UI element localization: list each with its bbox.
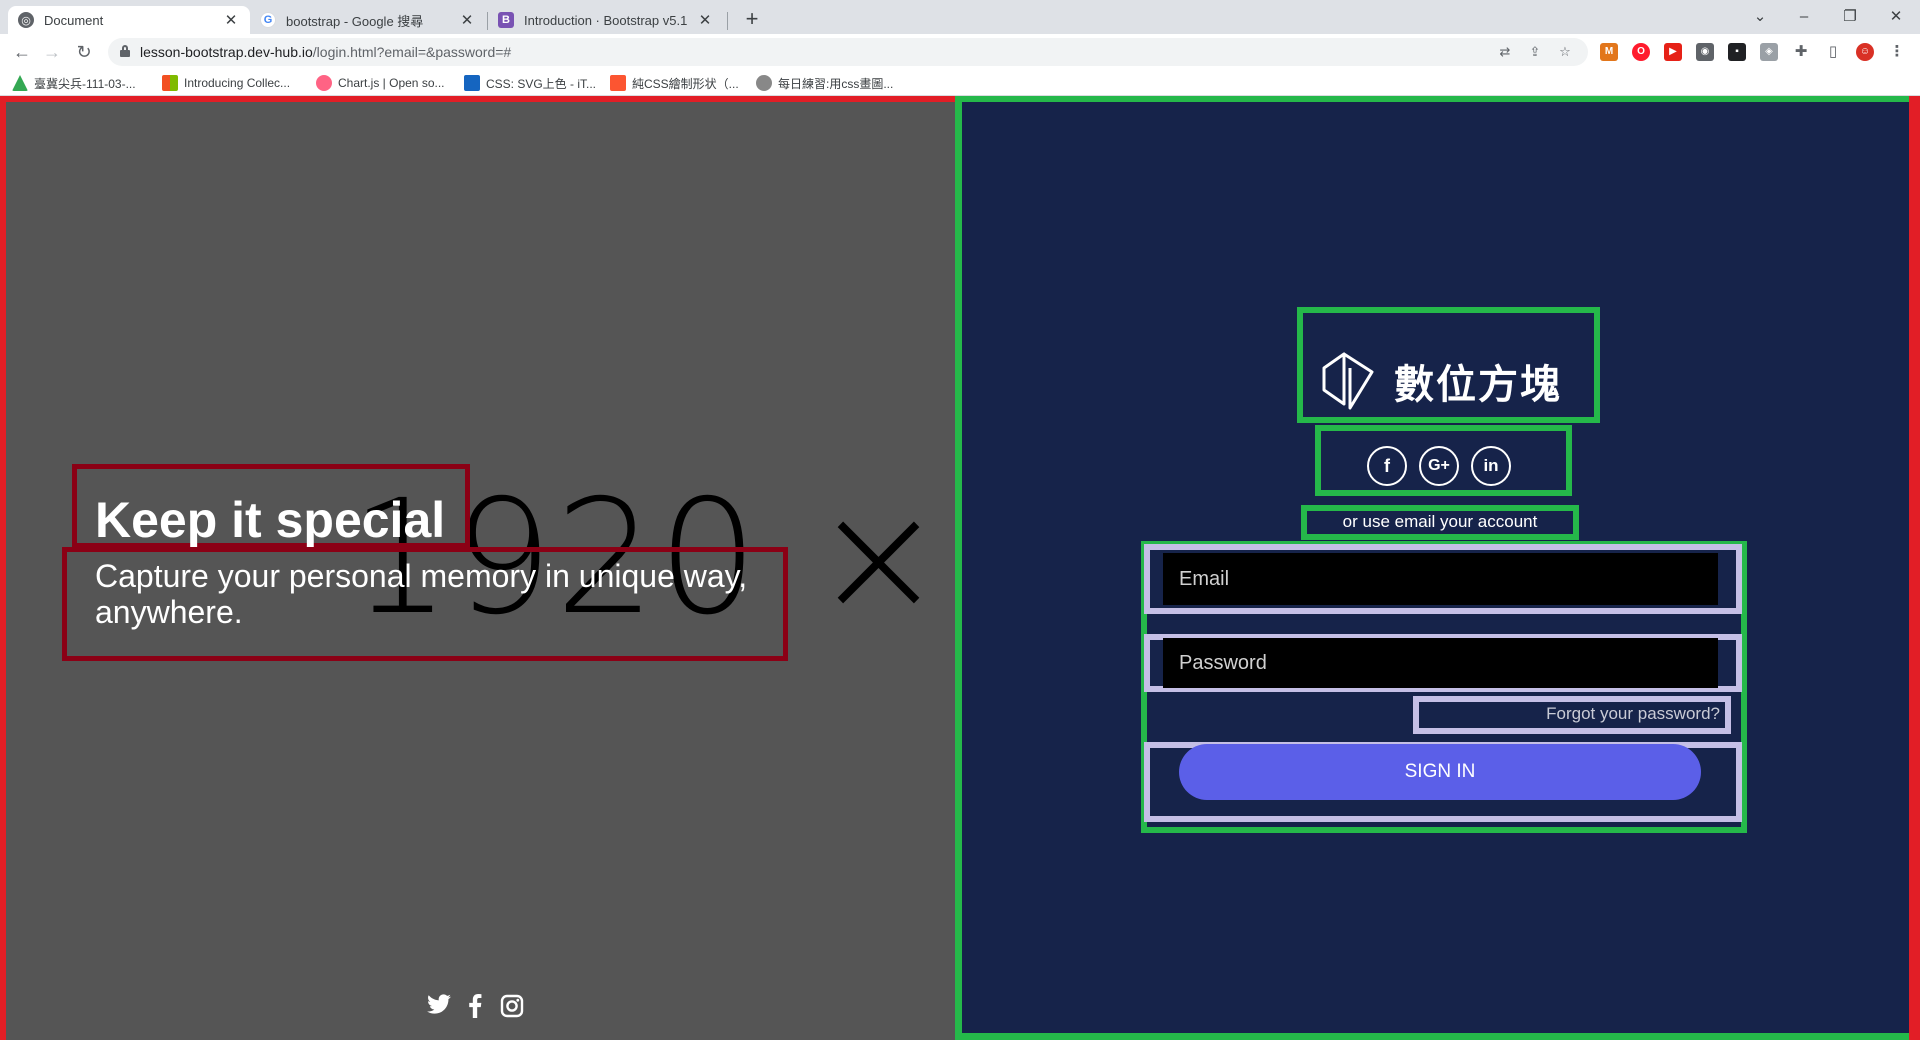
csdn-icon <box>610 75 626 91</box>
url-text[interactable]: lesson-bootstrap.dev-hub.io/login.html?e… <box>140 44 511 60</box>
email-field[interactable] <box>1163 553 1718 605</box>
bookmark-label: Introducing Collec... <box>184 76 291 90</box>
tab-title: bootstrap - Google 搜尋 <box>286 13 424 29</box>
side-panel-icon[interactable]: ▯ <box>1824 43 1842 61</box>
notification-extension-icon[interactable]: ▪ <box>1728 43 1746 61</box>
hero-social-links <box>426 994 524 1018</box>
gamepad-extension-icon[interactable]: ◉ <box>1696 43 1714 61</box>
bookmark-item[interactable]: Chart.js | Open so... <box>316 74 445 92</box>
bookmark-item[interactable]: CSS: SVG上色 - iT... <box>464 74 596 92</box>
hero-title: Keep it special <box>95 492 446 548</box>
forward-icon[interactable]: → <box>40 40 64 64</box>
drive-icon <box>12 75 28 91</box>
back-icon[interactable]: ← <box>10 40 34 64</box>
bootstrap-icon: B <box>498 12 514 28</box>
restore-icon[interactable]: ❐ <box>1832 4 1868 30</box>
tab-title: Introduction · Bootstrap v5.1 <box>524 12 688 28</box>
avatar[interactable]: ☺ <box>1856 43 1874 61</box>
bookmark-label: 純CSS繪制形状（... <box>632 76 739 91</box>
tab-google-search[interactable]: G bootstrap - Google 搜尋 ✕ <box>250 6 486 34</box>
puzzle-icon[interactable]: ✚ <box>1792 43 1810 61</box>
lock-icon[interactable] <box>120 45 130 57</box>
window-close-icon[interactable]: ✕ <box>1878 4 1914 30</box>
bookmark-label: 臺冀尖兵-111-03-... <box>34 76 136 91</box>
bookmark-star-icon[interactable]: ☆ <box>1556 43 1574 61</box>
minimize-icon[interactable]: – <box>1786 4 1822 30</box>
bookmark-label: 每日練習:用css畫圖... <box>778 76 894 91</box>
browser-toolbar: ← → ↻ lesson-bootstrap.dev-hub.io/login.… <box>0 34 1920 70</box>
bookmark-label: CSS: SVG上色 - iT... <box>486 76 597 91</box>
globe-icon: ◎ <box>18 12 34 28</box>
instagram-icon[interactable] <box>500 994 524 1018</box>
bookmark-item[interactable]: 每日練習:用css畫圖... <box>756 74 893 92</box>
google-icon: G <box>260 12 276 28</box>
browser-tab-strip: ◎ Document ✕ G bootstrap - Google 搜尋 ✕ B… <box>0 0 1920 34</box>
forgot-password-link[interactable]: Forgot your password? <box>1420 704 1720 724</box>
blog-icon <box>756 75 772 91</box>
metamask-icon[interactable]: M <box>1600 43 1618 61</box>
address-bar[interactable]: lesson-bootstrap.dev-hub.io/login.html?e… <box>108 38 1588 66</box>
bookmark-item[interactable]: 純CSS繪制形状（... <box>610 74 739 92</box>
bookmark-item[interactable]: Introducing Collec... <box>162 74 290 92</box>
translate-icon[interactable]: ⇄ <box>1496 43 1514 61</box>
facebook-button[interactable]: f <box>1367 446 1407 486</box>
divider-text: or use email your account <box>1342 512 1538 531</box>
microsoft-icon <box>162 75 178 91</box>
reload-icon[interactable]: ↻ <box>72 40 96 64</box>
google-plus-button[interactable]: G+ <box>1419 446 1459 486</box>
close-icon[interactable]: ✕ <box>696 11 714 29</box>
hero-subtitle: Capture your personal memory in unique w… <box>95 558 748 630</box>
share-icon[interactable]: ⇪ <box>1526 43 1544 61</box>
brand-name: 數位方塊 <box>1394 362 1562 408</box>
close-icon[interactable]: ✕ <box>458 11 476 29</box>
password-field-wrap <box>1163 638 1718 688</box>
shield-extension-icon[interactable]: ◈ <box>1760 43 1778 61</box>
bookmarks-bar: 臺冀尖兵-111-03-... Introducing Collec... Ch… <box>0 70 1920 96</box>
signin-button[interactable]: SIGN IN <box>1179 744 1701 800</box>
hero-content: 1920 × 1 Keep it special Capture your pe… <box>0 96 955 1040</box>
close-icon[interactable]: ✕ <box>222 11 240 29</box>
tab-title: Document <box>44 12 104 28</box>
url-path: /login.html?email=&password=# <box>312 44 512 60</box>
ithome-icon <box>464 75 480 91</box>
facebook-icon: f <box>1384 456 1390 476</box>
google-plus-icon: G+ <box>1428 457 1450 474</box>
menu-kebab-icon[interactable]: ⋮ <box>1888 43 1906 61</box>
linkedin-icon: in <box>1483 456 1499 475</box>
tab-separator <box>727 12 728 30</box>
opera-icon[interactable]: O <box>1632 43 1650 61</box>
twitter-icon[interactable] <box>426 994 452 1018</box>
tab-document[interactable]: ◎ Document ✕ <box>8 6 250 34</box>
tab-bootstrap-intro[interactable]: B Introduction · Bootstrap v5.1 ✕ <box>488 6 724 34</box>
bookmark-item[interactable]: 臺冀尖兵-111-03-... <box>12 74 136 92</box>
linkedin-button[interactable]: in <box>1471 446 1511 486</box>
url-host: lesson-bootstrap.dev-hub.io <box>140 44 313 60</box>
bookmark-label: Chart.js | Open so... <box>338 76 445 90</box>
new-tab-button[interactable]: + <box>740 8 764 32</box>
email-field-wrap <box>1163 553 1718 605</box>
chartjs-icon <box>316 75 332 91</box>
right-edge-outline <box>1909 96 1920 1040</box>
facebook-icon[interactable] <box>468 994 484 1018</box>
tab-search-icon[interactable]: ⌄ <box>1742 4 1778 30</box>
brand-logo-icon <box>1320 346 1376 410</box>
video-extension-icon[interactable]: ▶ <box>1664 43 1682 61</box>
password-field[interactable] <box>1163 638 1718 688</box>
